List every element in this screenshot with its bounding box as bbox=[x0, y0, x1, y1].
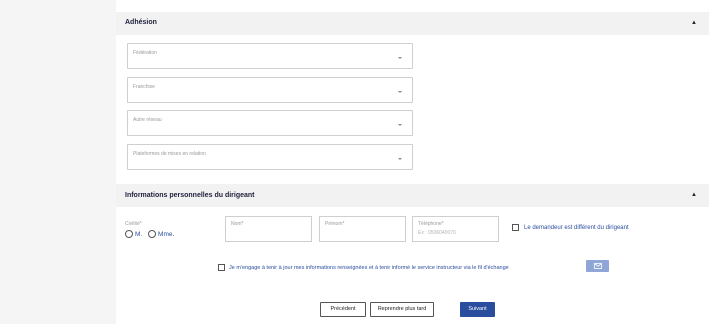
mail-button[interactable] bbox=[586, 260, 609, 272]
chevron-down-icon bbox=[398, 91, 402, 93]
prenom-field[interactable]: Prénom* bbox=[319, 216, 406, 242]
adhesion-section-header[interactable]: Adhésion ▲ bbox=[116, 12, 709, 35]
autre-reseau-label: Autre réseau bbox=[133, 117, 162, 123]
envelope-icon bbox=[594, 263, 602, 269]
radio-mme[interactable]: Mme. bbox=[148, 230, 174, 238]
franchise-label: Franchise bbox=[133, 84, 155, 90]
different-dirigeant-checkbox[interactable]: Le demandeur est différent du dirigeant bbox=[512, 224, 629, 231]
main-content: Adhésion ▲ Fédération Franchise Autre ré… bbox=[116, 0, 709, 324]
checkbox-icon[interactable] bbox=[512, 224, 519, 231]
chevron-down-icon bbox=[398, 124, 402, 126]
engagement-checkbox[interactable]: Je m'engage à tenir à jour mes informati… bbox=[218, 264, 509, 271]
autre-reseau-select[interactable]: Autre réseau bbox=[127, 110, 413, 136]
checkbox-icon[interactable] bbox=[218, 264, 225, 271]
radio-m-label: M. bbox=[135, 230, 143, 238]
different-dirigeant-label: Le demandeur est différent du dirigeant bbox=[524, 224, 629, 231]
resume-later-button[interactable]: Reprendre plus tard bbox=[370, 302, 434, 317]
perso-section-title: Informations personnelles du dirigeant bbox=[125, 192, 255, 199]
civilite-label: Civilité* bbox=[125, 221, 142, 227]
next-button[interactable]: Suivant bbox=[460, 302, 495, 317]
telephone-placeholder: Ex : 0506040070 bbox=[418, 230, 456, 236]
nom-label: Nom* bbox=[231, 221, 244, 227]
chevron-down-icon bbox=[398, 158, 402, 160]
engagement-label: Je m'engage à tenir à jour mes informati… bbox=[229, 264, 509, 271]
radio-m[interactable]: M. bbox=[125, 230, 142, 238]
telephone-label: Téléphone* bbox=[418, 221, 444, 227]
perso-section-header[interactable]: Informations personnelles du dirigeant ▲ bbox=[116, 184, 709, 207]
nom-field[interactable]: Nom* bbox=[225, 216, 312, 242]
plateformes-label: Plateformes de mises en relation bbox=[133, 151, 206, 157]
federation-label: Fédération bbox=[133, 50, 157, 56]
franchise-select[interactable]: Franchise bbox=[127, 77, 413, 103]
radio-circle-icon[interactable] bbox=[125, 230, 133, 238]
prenom-label: Prénom* bbox=[325, 221, 345, 227]
collapse-caret-icon[interactable]: ▲ bbox=[691, 20, 697, 26]
previous-button[interactable]: Précédent bbox=[320, 302, 366, 317]
adhesion-section-title: Adhésion bbox=[125, 19, 157, 26]
collapse-caret-icon[interactable]: ▲ bbox=[691, 192, 697, 198]
radio-circle-icon[interactable] bbox=[148, 230, 157, 238]
plateformes-select[interactable]: Plateformes de mises en relation bbox=[127, 144, 413, 170]
federation-select[interactable]: Fédération bbox=[127, 43, 413, 69]
chevron-down-icon bbox=[398, 57, 402, 59]
radio-mme-label: Mme. bbox=[158, 230, 175, 238]
civilite-radio-group: M. Mme. bbox=[125, 230, 178, 240]
telephone-field[interactable]: Téléphone* Ex : 0506040070 bbox=[412, 216, 499, 242]
